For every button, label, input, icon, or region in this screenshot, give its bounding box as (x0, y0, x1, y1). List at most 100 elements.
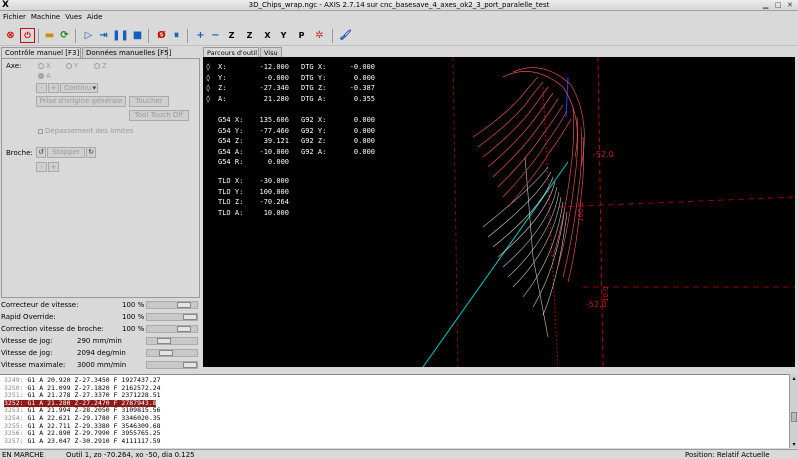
tool-info: Outil 1, zo -70.264, xo -50, dia 0.125 (66, 451, 195, 459)
axis-a-radio[interactable]: A (38, 72, 51, 80)
angular-jog-value: 2094 deg/min (77, 349, 126, 357)
spindle-minus-button[interactable]: - (36, 162, 47, 172)
maximize-button[interactable]: □ (775, 1, 782, 9)
spindle-plus-button[interactable]: + (48, 162, 59, 172)
step-icon[interactable]: ⇥ (96, 28, 111, 43)
tab-toolpath[interactable]: Parcours d'outil (203, 47, 259, 57)
close-button[interactable]: ✕ (787, 1, 793, 9)
feed-override-slider[interactable] (146, 301, 198, 309)
reload-icon[interactable]: ⟳ (57, 28, 72, 43)
dim-label-4: 10.0 (602, 286, 610, 302)
radio-icon (38, 73, 44, 79)
radio-icon (66, 63, 72, 69)
touch-off-button[interactable]: Toucher (129, 96, 169, 107)
spindle-override-label: Correction vitesse de broche: (1, 325, 104, 333)
estop-icon[interactable]: ⊗ (3, 28, 18, 43)
scroll-thumb[interactable] (791, 412, 797, 422)
rapid-override-value: 100 % (122, 313, 145, 321)
spindle-label: Broche: (6, 149, 33, 157)
tab-manual-control[interactable]: Contrôle manuel [F3] (1, 47, 81, 58)
homed-icons: ◊ ◊ ◊ ◊ (206, 63, 211, 103)
spindle-override-slider[interactable] (146, 325, 198, 333)
optional-stop-icon[interactable]: ⏸ (169, 28, 184, 43)
preview-area: Parcours d'outil Visu -52.0 -52.0 100.0 … (203, 47, 795, 367)
zoom-out-icon[interactable]: − (208, 28, 223, 43)
view-y-icon[interactable]: Y (276, 28, 291, 43)
angular-jog-label: Vitesse de jog: (1, 349, 53, 357)
override-limits-checkbox[interactable]: Dépassement des limites (38, 127, 134, 135)
left-panel: Contrôle manuel [F3] Données manuelles [… (0, 47, 201, 373)
dro-g54-values: 135.606 -77.460 39.121 -10.000 0.000 (259, 116, 289, 167)
gcode-scrollbar[interactable]: ▴ ▾ (789, 374, 798, 448)
dro-tlo-labels: TLO X: TLO Y: TLO Z: TLO A: (218, 177, 244, 217)
window-title: 3D_Chips_wrap.ngc - AXIS 2.7.14 sur cnc_… (248, 1, 550, 9)
stop-icon[interactable]: ■ (130, 28, 145, 43)
scroll-up-icon[interactable]: ▴ (791, 375, 797, 382)
jog-speed-slider[interactable] (146, 337, 198, 345)
menu-bar: Fichier Machine Vues Aide (0, 11, 798, 25)
open-file-icon[interactable]: ▬ (42, 28, 57, 43)
power-icon[interactable]: ⏻ (20, 28, 35, 43)
view-z-icon[interactable]: Z (224, 28, 239, 43)
rotate-icon[interactable]: ✲ (312, 28, 327, 43)
axis-z-radio[interactable]: Z (94, 62, 107, 70)
toolpath-plot: -52.0 -52.0 100.0 10.0 (422, 57, 795, 367)
jog-speed-label: Vitesse de jog: (1, 337, 53, 345)
menu-machine[interactable]: Machine (28, 11, 62, 21)
dro-g92-values: 0.000 0.000 0.000 0.000 (353, 116, 375, 156)
position-mode: Position: Relatif Actuelle (685, 451, 770, 459)
axis-label: Axe: (6, 62, 22, 70)
jog-mode-select[interactable]: Continu ▾ (60, 83, 98, 93)
radio-icon (38, 63, 44, 69)
toolbar: ⊗ ⏻ ▬ ⟳ ▷ ⇥ ❚❚ ■ Ø ⏸ + − Z Z X Y P ✲ 🖌 (0, 26, 798, 46)
angular-jog-slider[interactable] (146, 349, 198, 357)
home-all-button[interactable]: Prise d'origine générale (36, 96, 126, 107)
jog-minus-button[interactable]: - (36, 83, 47, 93)
jog-mode-value: Continu (64, 84, 92, 92)
dro-tlo-values: -30.000 100.000 -70.264 10.000 (259, 177, 289, 217)
pause-icon[interactable]: ❚❚ (112, 28, 129, 43)
rapid-override-slider[interactable] (146, 313, 198, 321)
gcode-listing[interactable]: 3249: G1 A 20.920 Z-27.3450 F 1927437.27… (0, 374, 798, 448)
menu-fichier[interactable]: Fichier (0, 11, 28, 21)
max-velocity-slider[interactable] (146, 361, 198, 369)
spindle-override-value: 100 % (122, 325, 145, 333)
view-x-icon[interactable]: X (260, 28, 275, 43)
clear-plot-icon[interactable]: 🖌 (338, 28, 353, 43)
dro-pos-labels: X: Y: Z: A: (218, 63, 227, 103)
axis-x-radio[interactable]: X (38, 62, 51, 70)
menu-vues[interactable]: Vues (62, 11, 84, 21)
spindle-ccw-icon[interactable]: ↺ (36, 147, 46, 158)
spindle-cw-icon[interactable]: ↻ (86, 147, 96, 158)
gcode-line[interactable]: 3257: G1 A 23.047 Z-30.2910 F 4111117.59 (4, 437, 161, 446)
tool-touch-off-button[interactable]: Tool Touch Off (129, 110, 189, 121)
block-delete-icon[interactable]: Ø (154, 28, 169, 43)
axis-y-radio[interactable]: Y (66, 62, 78, 70)
status-bar: EN MARCHE Outil 1, zo -70.264, xo -50, d… (0, 449, 798, 459)
tab-visu[interactable]: Visu (260, 47, 282, 57)
dro-pos-values: -12.000 -0.000 -27.340 21.280 (259, 63, 289, 103)
scroll-down-icon[interactable]: ▾ (791, 441, 797, 448)
zoom-in-icon[interactable]: + (193, 28, 208, 43)
machine-state: EN MARCHE (2, 451, 44, 459)
dro-dtg-values: -0.000 0.000 -0.387 0.355 (349, 63, 375, 103)
manual-control-pane: Axe: X Y Z A - + Continu ▾ Prise d'origin… (1, 58, 200, 298)
checkbox-icon (38, 128, 43, 134)
jog-plus-button[interactable]: + (48, 83, 59, 93)
view-p-icon[interactable]: P (294, 28, 309, 43)
max-velocity-value: 3000 mm/min (77, 361, 127, 369)
toolpath-canvas[interactable]: -52.0 -52.0 100.0 10.0 X: Y: Z: A: -12.0… (203, 57, 795, 367)
spindle-stop-button[interactable]: Stopper (47, 147, 85, 158)
tab-mdi[interactable]: Données manuelles [F5] (82, 47, 171, 58)
title-bar: X 3D_Chips_wrap.ngc - AXIS 2.7.14 sur cn… (0, 0, 798, 11)
dim-label-2: 100.0 (577, 202, 585, 222)
dro-g54-labels: G54 X: G54 Y: G54 Z: G54 A: G54 R: (218, 116, 244, 167)
max-velocity-label: Vitesse maximale: (1, 361, 66, 369)
chevron-down-icon: ▾ (92, 84, 96, 92)
minimize-button[interactable]: ▁ (763, 1, 768, 9)
feed-override-label: Correcteur de vitesse: (1, 301, 79, 309)
radio-icon (94, 63, 100, 69)
menu-aide[interactable]: Aide (84, 11, 104, 21)
view-z2-icon[interactable]: Z (242, 28, 257, 43)
run-icon[interactable]: ▷ (81, 28, 96, 43)
